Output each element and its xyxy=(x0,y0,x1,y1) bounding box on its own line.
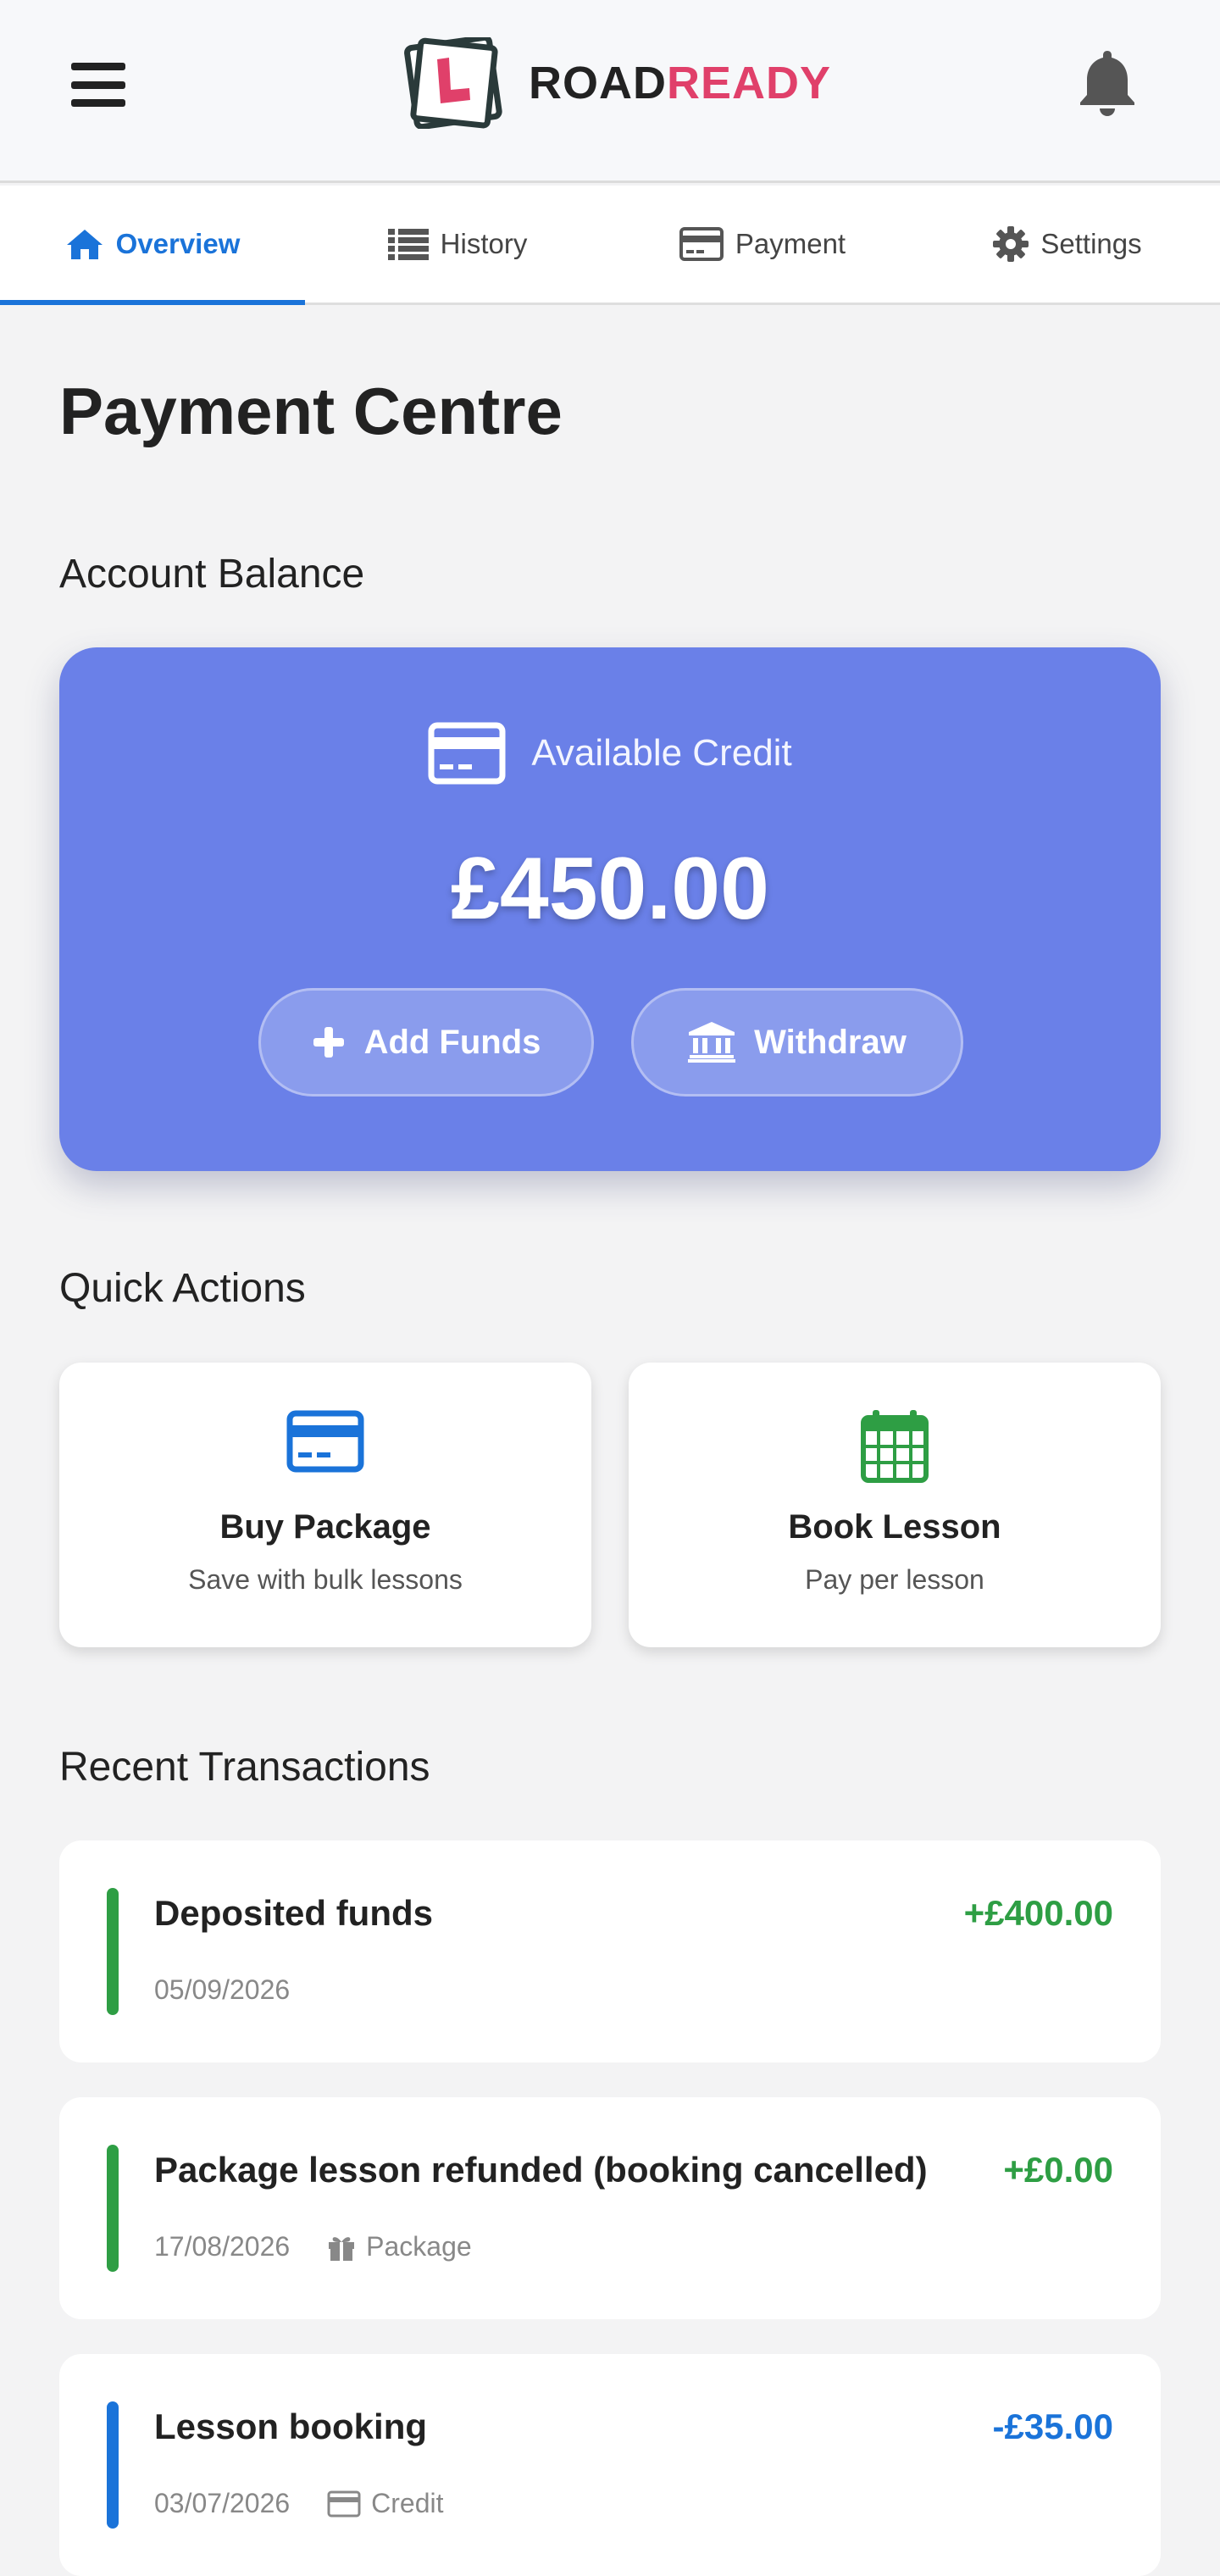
tab-overview-label: Overview xyxy=(115,228,241,259)
hamburger-menu-icon[interactable] xyxy=(71,63,125,107)
transaction-status-bar xyxy=(107,2145,119,2272)
tab-settings-label: Settings xyxy=(1040,228,1142,259)
bell-icon[interactable] xyxy=(1076,47,1139,117)
transaction-title: Lesson booking xyxy=(154,2407,428,2446)
withdraw-label: Withdraw xyxy=(754,1023,907,1061)
brand-logo[interactable]: ROADREADY xyxy=(403,37,831,129)
gift-icon xyxy=(329,2236,355,2261)
page-title: Payment Centre xyxy=(59,374,563,448)
home-icon xyxy=(66,230,103,259)
transaction-meta: 17/08/2026 Package xyxy=(154,2231,472,2262)
transaction-tag: Package xyxy=(327,2231,472,2262)
transaction-title: Package lesson refunded (booking cancell… xyxy=(154,2150,928,2190)
tab-history[interactable]: History xyxy=(305,186,610,303)
transaction-title: Deposited funds xyxy=(154,1893,434,1933)
transaction-item[interactable]: Lesson booking -£35.00 03/07/2026 Credit xyxy=(59,2354,1161,2576)
book-lesson-subtitle: Pay per lesson xyxy=(805,1564,984,1595)
gear-icon xyxy=(993,226,1029,262)
transaction-status-bar xyxy=(107,1888,119,2015)
transaction-item[interactable]: Deposited funds +£400.00 05/09/2026 xyxy=(59,1840,1161,2062)
transaction-date: 05/09/2026 xyxy=(154,1974,291,2005)
transaction-amount: +£400.00 xyxy=(963,1893,1113,1933)
transaction-amount: +£0.00 xyxy=(1003,2150,1113,2190)
quick-actions-heading: Quick Actions xyxy=(59,1266,306,1311)
transaction-meta: 03/07/2026 Credit xyxy=(154,2488,444,2519)
transaction-status-bar xyxy=(107,2401,119,2529)
tab-bar: Overview History Payment Settings xyxy=(0,186,1220,305)
transaction-item[interactable]: Package lesson refunded (booking cancell… xyxy=(59,2097,1161,2319)
tab-history-label: History xyxy=(440,228,528,259)
tab-payment-label: Payment xyxy=(735,228,846,259)
list-icon xyxy=(387,229,429,260)
credit-card-icon xyxy=(327,2490,361,2517)
transaction-date: 17/08/2026 xyxy=(154,2231,291,2262)
tab-settings[interactable]: Settings xyxy=(915,186,1220,303)
l-plate-logo-icon xyxy=(404,37,502,129)
add-funds-label: Add Funds xyxy=(363,1023,541,1061)
transaction-date: 03/07/2026 xyxy=(154,2488,291,2518)
add-funds-button[interactable]: Add Funds xyxy=(258,988,594,1096)
brand-name: ROADREADY xyxy=(529,57,831,109)
tab-payment[interactable]: Payment xyxy=(610,186,915,303)
balance-amount: £450.00 xyxy=(451,840,769,938)
recent-transactions-heading: Recent Transactions xyxy=(59,1745,430,1790)
app-header: ROADREADY xyxy=(0,0,1220,183)
transaction-tag-label: Credit xyxy=(371,2488,444,2518)
brand-name-road: ROAD xyxy=(529,58,667,108)
credit-card-icon xyxy=(286,1410,364,1473)
balance-label-row: Available Credit xyxy=(59,722,1161,785)
buy-package-title: Buy Package xyxy=(219,1508,431,1546)
buy-package-subtitle: Save with bulk lessons xyxy=(188,1564,463,1595)
plus-icon xyxy=(313,1027,344,1058)
transaction-amount: -£35.00 xyxy=(992,2407,1113,2446)
transaction-tag: Credit xyxy=(327,2488,444,2519)
balance-card: Available Credit £450.00 Add Funds Withd… xyxy=(59,647,1161,1171)
withdraw-button[interactable]: Withdraw xyxy=(631,988,963,1096)
credit-card-icon xyxy=(428,722,506,785)
available-credit-label: Available Credit xyxy=(531,732,792,774)
book-lesson-card[interactable]: Book Lesson Pay per lesson xyxy=(629,1363,1161,1647)
tab-overview[interactable]: Overview xyxy=(0,186,305,305)
calendar-icon xyxy=(861,1410,929,1483)
book-lesson-title: Book Lesson xyxy=(788,1508,1001,1546)
buy-package-card[interactable]: Buy Package Save with bulk lessons xyxy=(59,1363,591,1647)
account-balance-heading: Account Balance xyxy=(59,552,365,597)
brand-name-ready: READY xyxy=(667,58,832,108)
credit-card-icon xyxy=(679,227,724,261)
transaction-meta: 05/09/2026 xyxy=(154,1974,290,2006)
transaction-tag-label: Package xyxy=(366,2231,472,2262)
bank-icon xyxy=(688,1022,736,1063)
